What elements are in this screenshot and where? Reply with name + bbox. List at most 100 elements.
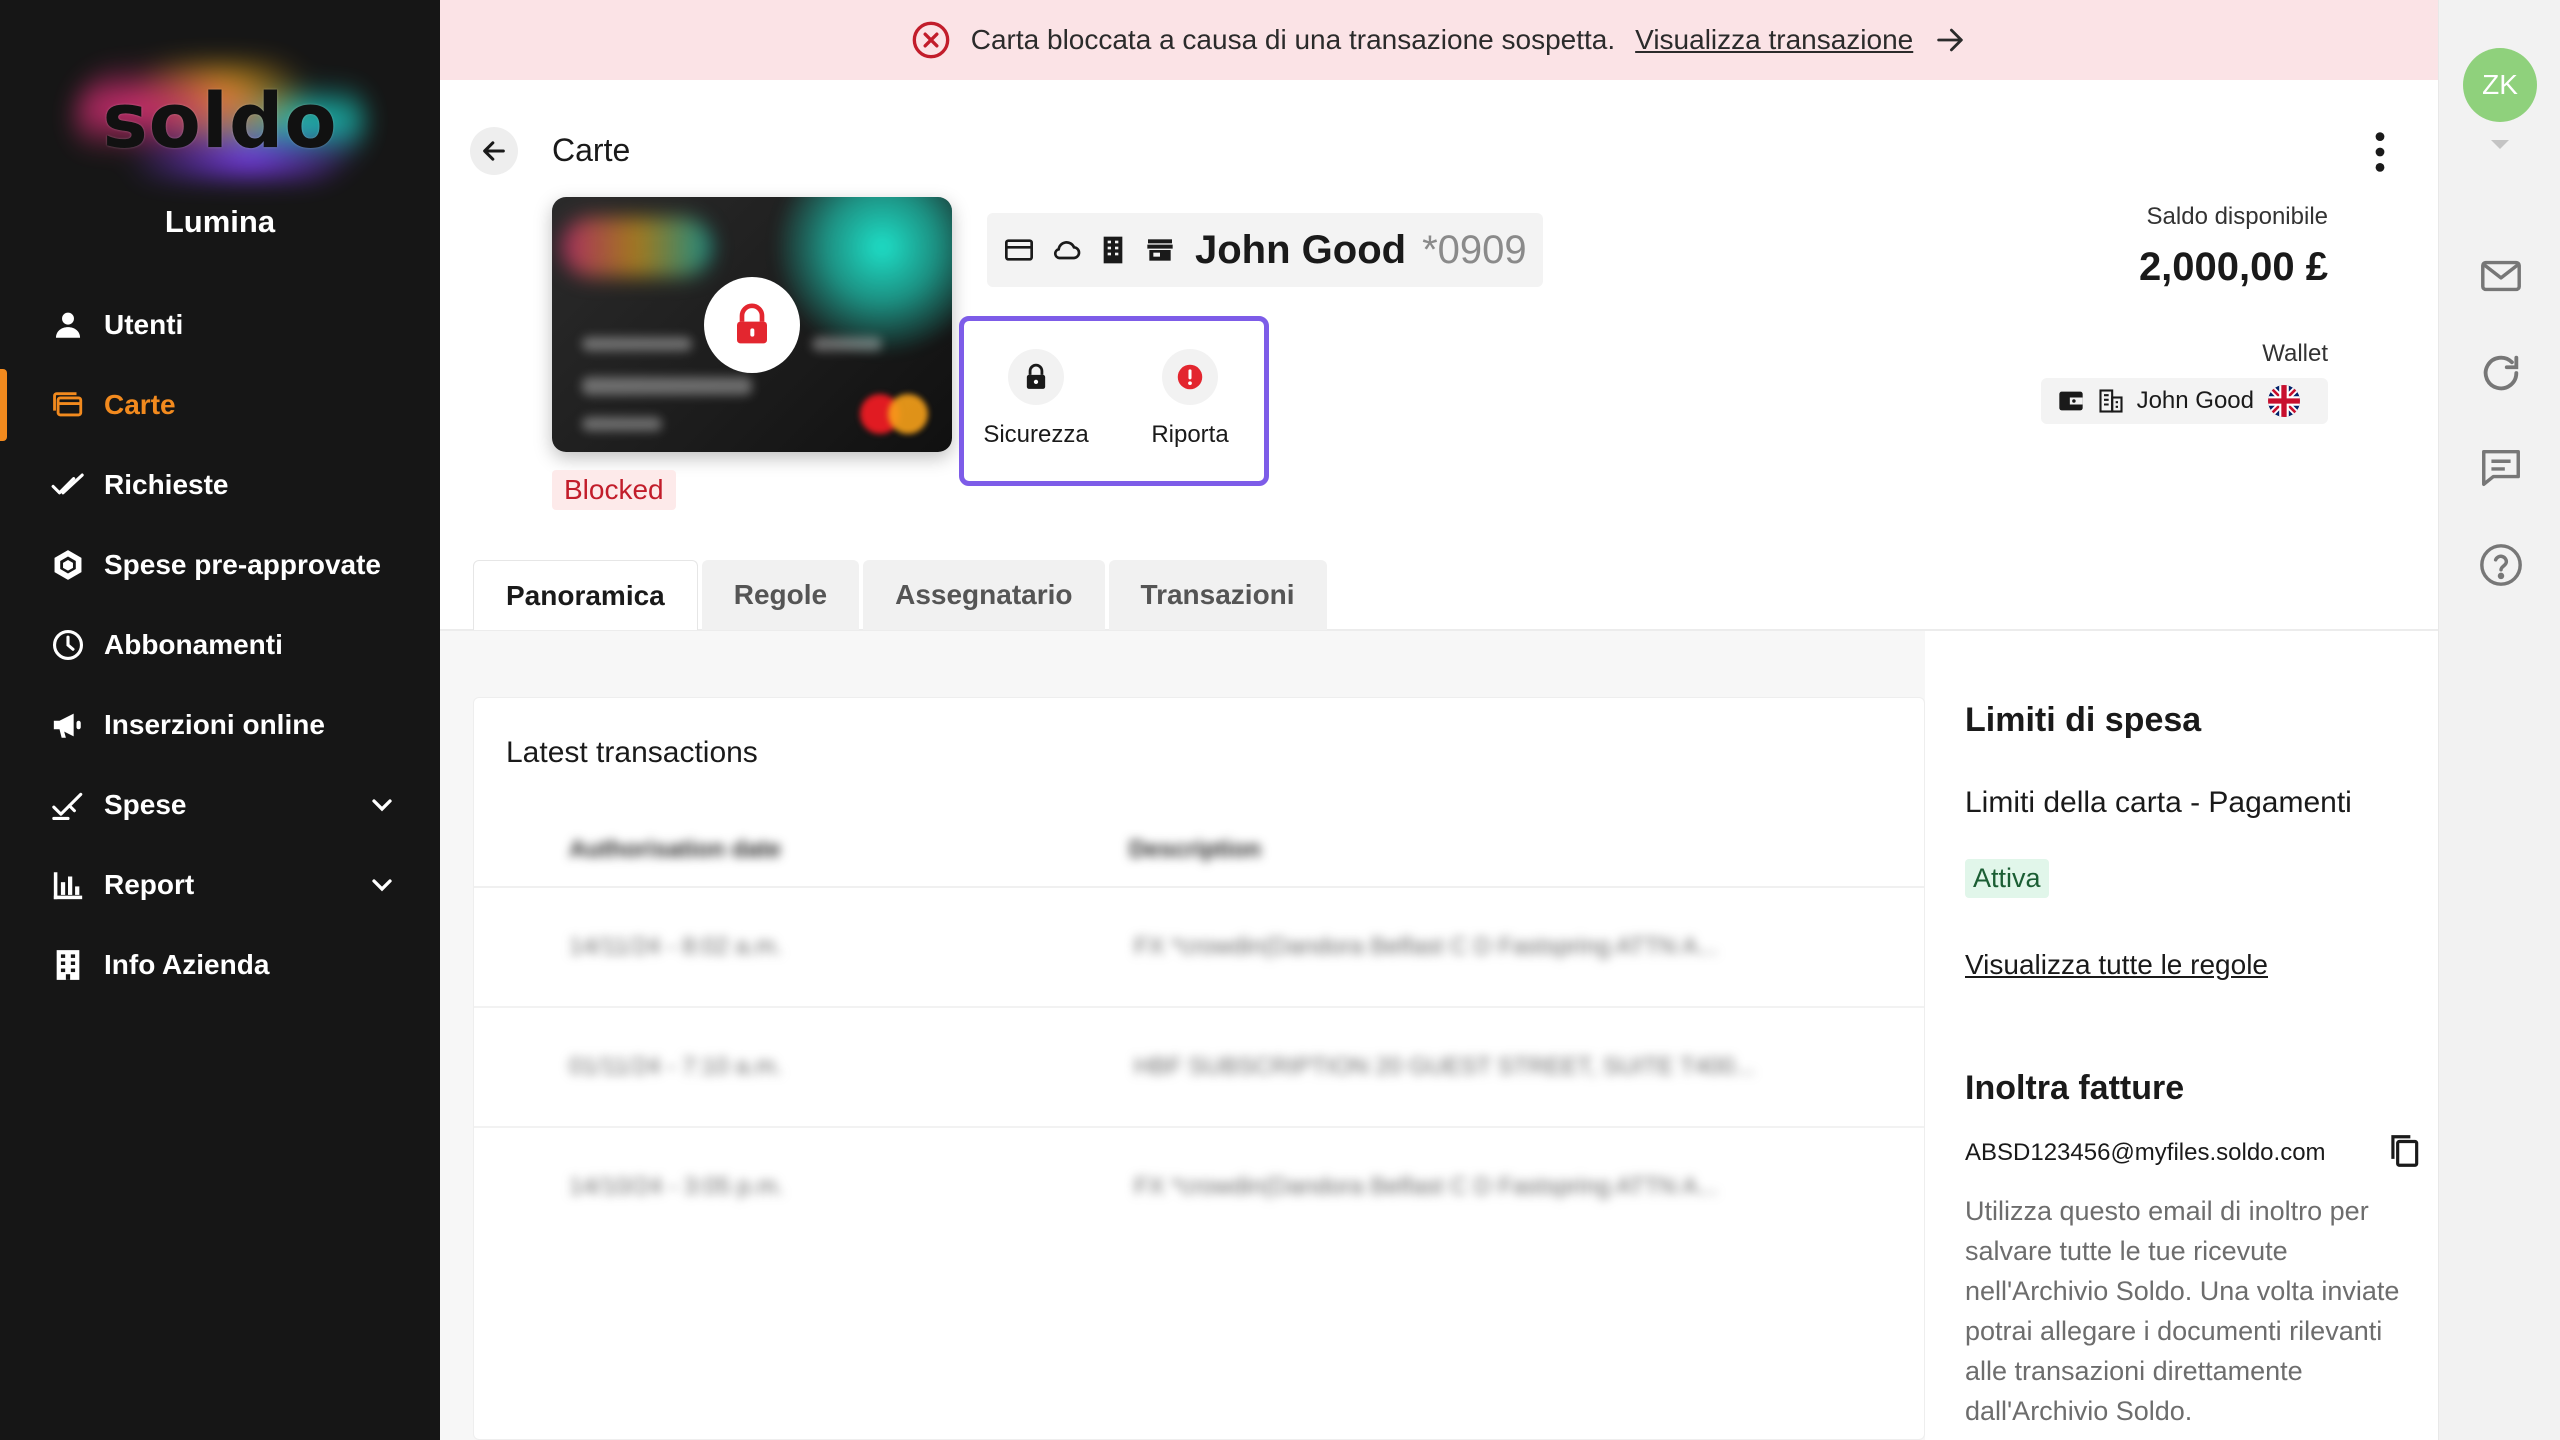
transaction-description: FX *crowdin(Dandora Belfast C D Fastspri… [1134, 933, 1718, 960]
card-last-digits: *0909 [1422, 227, 1527, 272]
transactions-table-header: Authorisation date Description [474, 808, 1924, 888]
sidebar-item-info-azienda[interactable]: Info Azienda [0, 925, 440, 1005]
building-icon [1103, 236, 1123, 264]
uk-flag-icon [2268, 385, 2300, 417]
cloud-icon [1053, 241, 1081, 260]
main-content: Carta bloccata a causa di una transazion… [440, 0, 2438, 1440]
bar-chart-icon [50, 867, 86, 903]
back-button[interactable] [470, 127, 518, 175]
transaction-date: 01/11/24 - 7:10 a.m. [569, 1053, 783, 1080]
avatar[interactable]: ZK [2463, 48, 2537, 122]
building-icon [50, 947, 86, 983]
copy-icon[interactable] [2385, 1131, 2423, 1171]
limit-status-badge: Attiva [1965, 859, 2049, 898]
lock-icon [737, 303, 767, 343]
alert-icon [1177, 364, 1203, 390]
check-pen-icon [50, 787, 86, 823]
user-icon [50, 307, 86, 343]
report-icon-wrap [1162, 349, 1218, 405]
tab-panoramica[interactable]: Panoramica [473, 560, 698, 630]
card-expiry-blurred [812, 337, 882, 351]
sidebar-item-abbonamenti[interactable]: Abbonamenti [0, 605, 440, 685]
cards-icon [50, 387, 86, 423]
megaphone-icon [50, 707, 86, 743]
sidebar-item-label: Info Azienda [104, 949, 270, 980]
balance-label: Saldo disponibile [2146, 203, 2328, 230]
wallet-label: Wallet [2262, 340, 2328, 367]
organization-name: Lumina [164, 204, 276, 239]
tab-bar: Panoramica Regole Assegnatario Transazio… [473, 560, 1331, 630]
banner-message: Carta bloccata a causa di una transazion… [970, 24, 1616, 55]
security-button[interactable]: Sicurezza [976, 349, 1096, 449]
chevron-down-icon[interactable] [366, 869, 398, 901]
forward-invoices-title: Inoltra fatture [1965, 1069, 2185, 1107]
spending-limits-title: Limiti di spesa [1965, 701, 2202, 739]
logo-text: soldo [102, 75, 338, 165]
sidebar-item-richieste[interactable]: Richieste [0, 445, 440, 525]
lock-icon [1026, 363, 1046, 389]
soldo-logo[interactable]: soldo [0, 50, 440, 190]
security-label: Sicurezza [983, 421, 1089, 448]
building-icon [2099, 389, 2123, 413]
card-number-blurred [582, 337, 692, 351]
x-circle-icon [912, 21, 950, 59]
alert-banner: Carta bloccata a causa di una transazion… [440, 0, 2438, 80]
sidebar-item-spese[interactable]: Spese [0, 765, 440, 845]
column-header: Authorisation date [569, 836, 782, 863]
sidebar-item-spese-pre-approvate[interactable]: Spese pre-approvate [0, 525, 440, 605]
card-image[interactable] [552, 197, 952, 452]
utility-rail: ZK [2438, 0, 2560, 1440]
tab-assegnatario[interactable]: Assegnatario [863, 560, 1105, 630]
transaction-date: 14/11/24 - 8:02 a.m. [569, 933, 783, 960]
card-title-bar: John Good *0909 [987, 213, 1543, 287]
mastercard-icon [860, 394, 930, 434]
sidebar-nav: Utenti Carte Richieste Spese pre-approva… [0, 285, 440, 1005]
transaction-description: FX *crowdin(Dandora Belfast C D Fastspri… [1134, 1173, 1718, 1200]
security-icon-wrap [1008, 349, 1064, 405]
chevron-down-icon[interactable] [366, 789, 398, 821]
view-transaction-link[interactable]: Visualizza transazione [1635, 24, 1913, 56]
sidebar-item-label: Inserzioni online [104, 709, 325, 740]
sidebar-item-label: Carte [104, 389, 176, 420]
tab-transazioni[interactable]: Transazioni [1108, 560, 1327, 630]
card-status-badge: Blocked [552, 470, 676, 510]
table-row[interactable]: 14/11/24 - 8:02 a.m. FX *crowdin(Dandora… [474, 888, 1924, 1008]
arrow-left-icon [483, 141, 505, 161]
mail-icon[interactable] [2478, 253, 2524, 299]
sidebar-item-label: Spese pre-approvate [104, 549, 381, 580]
table-row[interactable]: 01/11/24 - 7:10 a.m. HBF SUBSCRIPTION 20… [474, 1008, 1924, 1128]
hexagon-check-icon [50, 547, 86, 583]
sidebar-item-label: Report [104, 869, 195, 900]
caret-down-icon[interactable] [2488, 138, 2512, 152]
card-limits-subtitle: Limiti della carta - Pagamenti [1965, 786, 2352, 819]
sidebar: soldo Lumina Utenti Carte Richieste Spes [0, 0, 440, 1440]
forwarding-description: Utilizza questo email di inoltro per sal… [1965, 1196, 2400, 1426]
page-title: Carte [552, 132, 631, 168]
transactions-title: Latest transactions [506, 736, 758, 769]
wallet-icon [2058, 391, 2083, 411]
card-info-panel: Limiti di spesa Limiti della carta - Pag… [1925, 631, 2438, 1440]
sidebar-item-label: Richieste [104, 469, 229, 500]
report-button[interactable]: Riporta [1130, 349, 1250, 449]
clock-icon [50, 627, 86, 663]
card-logo-blurred [562, 217, 712, 277]
sidebar-item-inserzioni-online[interactable]: Inserzioni online [0, 685, 440, 765]
table-row[interactable]: 14/10/24 - 3:05 p.m. FX *crowdin(Dandora… [474, 1128, 1924, 1248]
wallet-chip[interactable]: John Good [2040, 378, 2328, 424]
latest-transactions-panel: Latest transactions Authorisation date D… [473, 697, 1925, 1440]
card-lock-badge [704, 276, 800, 373]
arrow-right-icon[interactable] [1933, 23, 1967, 57]
refresh-icon[interactable] [2478, 350, 2524, 396]
card-org-blurred [582, 417, 662, 431]
chat-icon[interactable] [2478, 444, 2524, 490]
more-options-icon[interactable] [2370, 130, 2390, 174]
tab-regole[interactable]: Regole [701, 560, 860, 630]
card-holder-name: John Good [1195, 227, 1407, 272]
report-label: Riporta [1151, 421, 1229, 448]
card-name-blurred [582, 377, 752, 395]
sidebar-item-report[interactable]: Report [0, 845, 440, 925]
sidebar-item-carte[interactable]: Carte [0, 365, 440, 445]
view-all-rules-link[interactable]: Visualizza tutte le regole [1965, 949, 2268, 981]
sidebar-item-utenti[interactable]: Utenti [0, 285, 440, 365]
help-icon[interactable] [2478, 542, 2524, 588]
